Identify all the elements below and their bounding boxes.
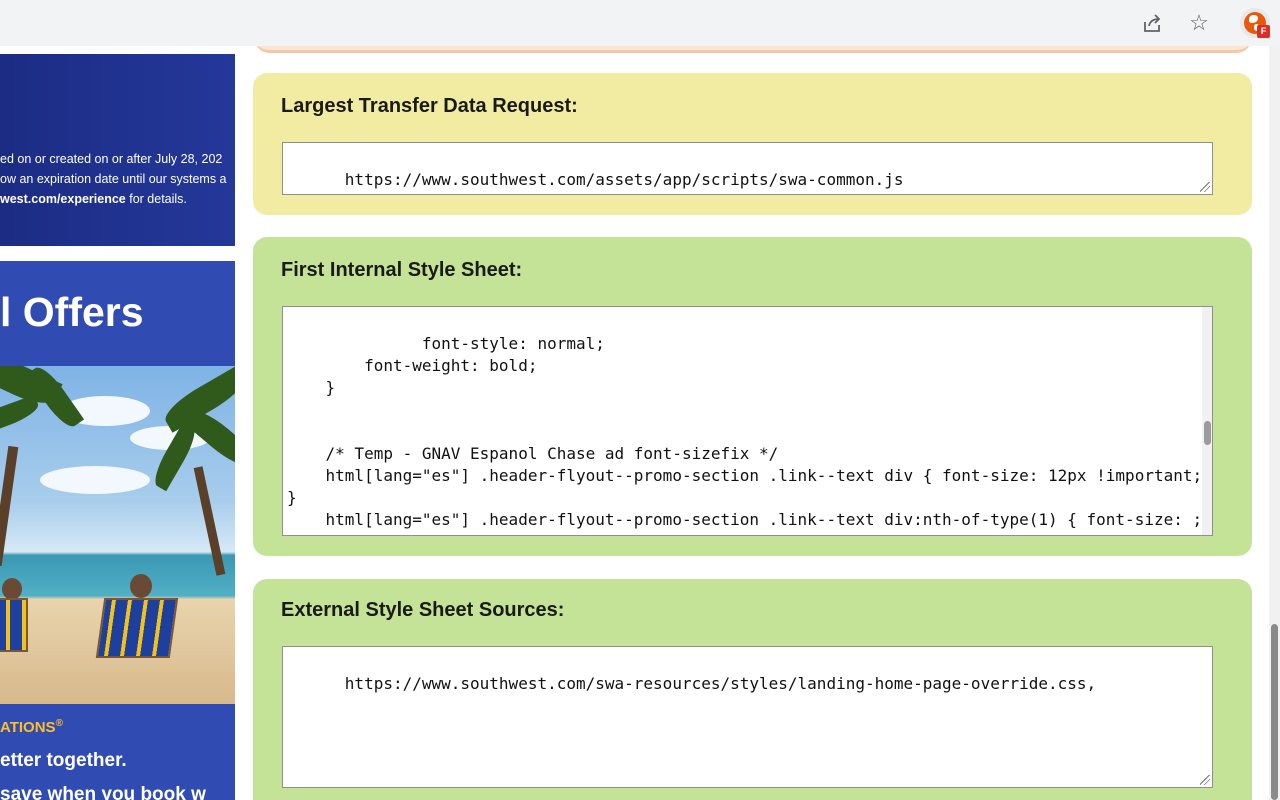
offers-header: l Offers	[0, 261, 235, 367]
internal-style-value: font-style: normal; font-weight: bold; }…	[287, 334, 1203, 535]
banner-line: west.com/experience for details.	[0, 192, 187, 206]
extension-button[interactable]: F	[1240, 8, 1270, 38]
extension-popup: Largest Transfer Data Request: https://w…	[235, 46, 1269, 800]
largest-transfer-value: https://www.southwest.com/assets/app/scr…	[344, 170, 904, 189]
resize-handle-icon[interactable]	[1200, 775, 1210, 785]
beach-photo	[0, 366, 235, 704]
external-style-textarea[interactable]: https://www.southwest.com/swa-resources/…	[282, 646, 1213, 788]
largest-transfer-card: Largest Transfer Data Request: https://w…	[253, 73, 1252, 215]
banner-link[interactable]: west.com/experience	[0, 192, 126, 206]
external-style-title: External Style Sheet Sources:	[281, 599, 565, 621]
vacations-save-line: save when you book w	[0, 784, 206, 800]
external-style-value: https://www.southwest.com/swa-resources/…	[344, 674, 1097, 693]
browser-toolbar: ☆ F	[0, 0, 1280, 46]
popup-scrollbar-thumb[interactable]	[1271, 624, 1278, 800]
star-icon[interactable]: ☆	[1186, 10, 1212, 36]
internal-style-card: First Internal Style Sheet: font-style: …	[253, 237, 1252, 556]
vacations-label: ATIONS®	[0, 718, 63, 736]
largest-transfer-textarea[interactable]: https://www.southwest.com/assets/app/scr…	[282, 142, 1213, 195]
resize-handle-icon[interactable]	[1200, 182, 1210, 192]
background-page: ed on or created on or after July 28, 20…	[0, 46, 235, 800]
promo-banner: ed on or created on or after July 28, 20…	[0, 54, 235, 246]
previous-card-edge	[255, 46, 1251, 53]
textarea-scrollbar-thumb[interactable]	[1204, 421, 1211, 445]
share-icon[interactable]	[1139, 10, 1165, 36]
offers-title: l Offers	[0, 289, 144, 335]
popup-scrollbar[interactable]	[1269, 46, 1280, 800]
internal-style-title: First Internal Style Sheet:	[281, 259, 523, 281]
banner-line: ow an expiration date until our systems …	[0, 172, 227, 186]
external-style-card: External Style Sheet Sources: https://ww…	[253, 579, 1252, 800]
largest-transfer-title: Largest Transfer Data Request:	[281, 95, 578, 117]
vacations-tagline: etter together.	[0, 750, 127, 771]
textarea-scrollbar[interactable]	[1202, 307, 1212, 535]
banner-line: ed on or created on or after July 28, 20…	[0, 152, 223, 166]
vacations-section: ATIONS® etter together. save when you bo…	[0, 704, 235, 800]
extension-badge: F	[1257, 25, 1270, 38]
internal-style-textarea[interactable]: font-style: normal; font-weight: bold; }…	[282, 306, 1213, 536]
